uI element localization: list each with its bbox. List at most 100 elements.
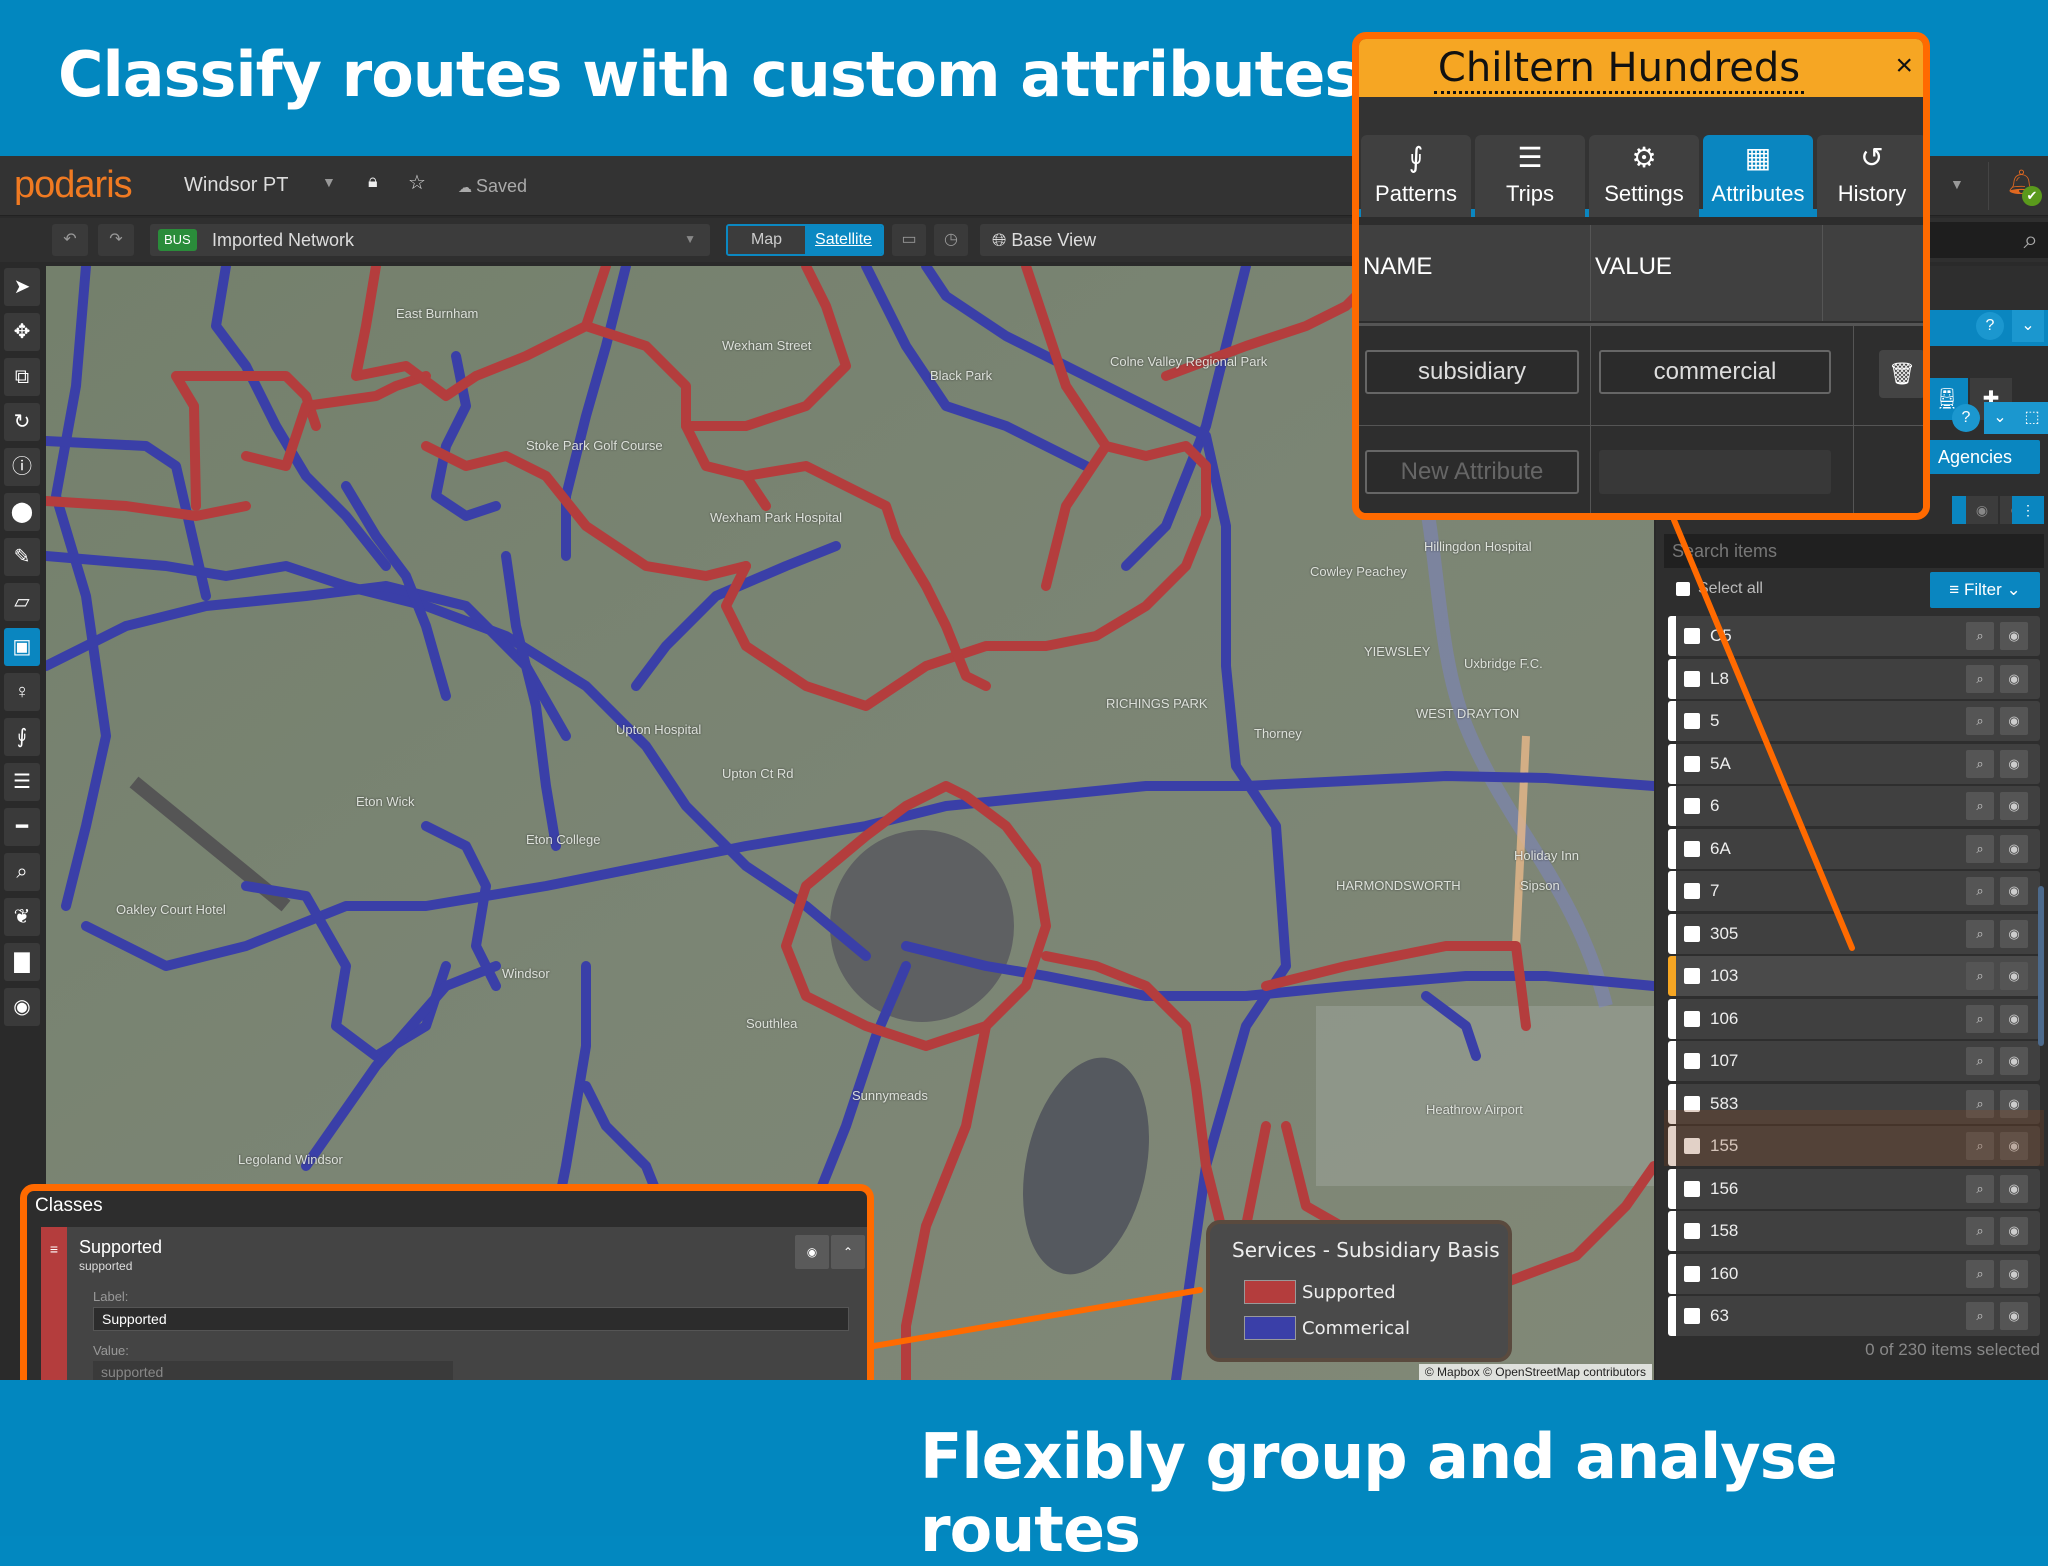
zoom-to-route-icon[interactable]: ⌕ [1966, 664, 1994, 693]
visibility-eye-icon[interactable]: ◉ [2000, 749, 2028, 778]
tab-patterns[interactable]: ⨚ Patterns [1361, 135, 1471, 217]
visibility-eye-icon[interactable]: ◉ [2000, 1217, 2028, 1245]
zoom-to-route-icon[interactable]: ⌕ [1966, 877, 1994, 905]
visibility-eye-icon[interactable]: ◉ [2000, 834, 2028, 863]
tool-bus-icon[interactable]: ▣ [4, 628, 40, 666]
attribute-value-input[interactable]: commercial [1599, 350, 1831, 394]
checkbox[interactable] [1684, 1223, 1700, 1239]
zoom-to-route-icon[interactable]: ⌕ [1966, 962, 1994, 990]
chevron-down-icon-2[interactable]: ⌄ [1984, 402, 2016, 434]
clock-icon[interactable]: ◷ [934, 224, 968, 256]
visibility-eye-icon[interactable]: ◉ [2000, 1302, 2028, 1330]
lock-icon[interactable]: 🔒︎ [368, 171, 378, 192]
visibility-eye-icon[interactable]: ◉ [2000, 1004, 2028, 1033]
route-name[interactable]: Chiltern Hundreds [1433, 45, 1805, 94]
podaris-logo[interactable]: podaris [14, 164, 133, 207]
visibility-eye-icon[interactable]: ◉ [2000, 1047, 2028, 1075]
tool-copy-icon[interactable]: ⧉ [4, 358, 40, 396]
zoom-to-route-icon[interactable]: ⌕ [1966, 792, 1994, 820]
route-list-item[interactable]: 63 ⌕ ◉ [1668, 1296, 2040, 1336]
zoom-to-route-icon[interactable]: ⌕ [1966, 1132, 1994, 1160]
checkbox[interactable] [1684, 628, 1700, 644]
tool-pencil-icon[interactable]: ✎ [4, 538, 40, 576]
route-list-item[interactable]: 103 ⌕ ◉ [1668, 956, 2040, 996]
zoom-to-route-icon[interactable]: ⌕ [1966, 1174, 1994, 1203]
route-list-item[interactable]: C5 ⌕ ◉ [1668, 616, 2040, 656]
help-icon-2[interactable]: ? [1952, 404, 1980, 432]
project-name[interactable]: Windsor PT [184, 174, 288, 197]
attribute-name-input[interactable]: subsidiary [1365, 350, 1579, 394]
checkbox[interactable] [1684, 798, 1700, 814]
zoom-to-route-icon[interactable]: ⌕ [1966, 919, 1994, 948]
visibility-eye-icon[interactable]: ◉ [2000, 877, 2028, 905]
monitor-icon[interactable]: ▭ [892, 224, 926, 256]
user-dropdown-icon[interactable]: ▼ [1950, 176, 1964, 192]
visibility-eye-icon[interactable]: ◉ [2000, 1259, 2028, 1288]
popup-title[interactable]: Chiltern Hundreds [1359, 45, 1879, 94]
visibility-eye-icon[interactable]: ◉ [2000, 664, 2028, 693]
select-all-checkbox[interactable]: Select all [1676, 580, 1763, 598]
tool-info-icon[interactable]: ⓘ [4, 448, 40, 486]
zoom-to-route-icon[interactable]: ⌕ [1966, 749, 1994, 778]
zoom-to-route-icon[interactable]: ⌕ [1966, 1217, 1994, 1245]
route-list-item[interactable]: 7 ⌕ ◉ [1668, 871, 2040, 911]
tool-comment-icon[interactable]: ☰ [4, 763, 40, 801]
checkbox[interactable] [1684, 1138, 1700, 1154]
close-icon[interactable]: × [1895, 49, 1913, 83]
search-icon[interactable]: ⌕ [2023, 224, 2038, 256]
checkbox[interactable] [1684, 1095, 1700, 1112]
checkbox[interactable] [1676, 581, 1690, 596]
route-list-item[interactable]: 5A ⌕ ◉ [1668, 743, 2040, 784]
checkbox[interactable] [1684, 925, 1700, 942]
visibility-eye-icon[interactable]: ◉ [2000, 622, 2028, 650]
checkbox[interactable] [1684, 713, 1700, 729]
zoom-to-route-icon[interactable]: ⌕ [1966, 1004, 1994, 1033]
route-list-item[interactable]: 156 ⌕ ◉ [1668, 1168, 2040, 1209]
map-attribution[interactable]: © Mapbox © OpenStreetMap contributors [1418, 1364, 1652, 1380]
network-select[interactable]: BUS Imported Network ▼ [150, 224, 710, 256]
visibility-eye-icon[interactable]: ◉ [2000, 1174, 2028, 1203]
tab-trips[interactable]: ☰ Trips [1475, 135, 1585, 217]
route-list-item[interactable]: 106 ⌕ ◉ [1668, 998, 2040, 1039]
visibility-eye-icon[interactable]: ◉ [2000, 707, 2028, 735]
visibility-eye-icon[interactable]: ◉ [2000, 792, 2028, 820]
route-list-item[interactable]: 160 ⌕ ◉ [1668, 1253, 2040, 1294]
tool-ruler-icon[interactable]: ━ [4, 808, 40, 846]
zoom-to-route-icon[interactable]: ⌕ [1966, 622, 1994, 650]
tool-reader-icon[interactable]: ❦ [4, 898, 40, 936]
visibility-toggle-icon[interactable]: ◉ [795, 1235, 829, 1269]
zoom-to-route-icon[interactable]: ⌕ [1966, 707, 1994, 735]
zoom-to-route-icon[interactable]: ⌕ [1966, 1259, 1994, 1288]
more-options-icon[interactable]: ⋮ [2012, 496, 2044, 524]
tool-pedestrian-icon[interactable]: ♀ [4, 673, 40, 711]
tool-camera-icon[interactable]: ◉ [4, 988, 40, 1026]
tool-select-icon[interactable]: ➤ [4, 268, 40, 306]
class-label-input[interactable]: Supported [93, 1307, 849, 1331]
chevron-down-icon[interactable]: ⌄ [2012, 310, 2044, 342]
route-list-item[interactable]: 305 ⌕ ◉ [1668, 913, 2040, 954]
undo-button[interactable]: ↶ [52, 224, 88, 256]
route-list-item[interactable]: 5 ⌕ ◉ [1668, 701, 2040, 741]
zoom-to-route-icon[interactable]: ⌕ [1966, 1047, 1994, 1075]
list-scrollbar[interactable] [2038, 886, 2044, 1046]
route-list-item[interactable]: 107 ⌕ ◉ [1668, 1041, 2040, 1081]
redo-button[interactable]: ↷ [98, 224, 134, 256]
star-icon[interactable]: ☆ [408, 170, 426, 195]
checkbox[interactable] [1684, 1010, 1700, 1027]
checkbox[interactable] [1684, 883, 1700, 899]
checkbox[interactable] [1684, 670, 1700, 687]
tool-move-icon[interactable]: ✥ [4, 313, 40, 351]
tab-settings[interactable]: ⚙ Settings [1589, 135, 1699, 217]
help-icon[interactable]: ? [1976, 312, 2004, 340]
route-list-item[interactable]: L8 ⌕ ◉ [1668, 658, 2040, 699]
filter-button[interactable]: ≡ Filter ⌄ [1930, 572, 2040, 608]
checkbox[interactable] [1684, 1308, 1700, 1324]
visibility-eye-icon[interactable]: ◉ [2000, 1132, 2028, 1160]
visibility-eye-icon[interactable]: ◉ [2000, 1089, 2028, 1118]
tool-rotate-icon[interactable]: ↻ [4, 403, 40, 441]
visibility-eye-icon[interactable]: ◉ [2000, 962, 2028, 990]
route-list-item[interactable]: 6A ⌕ ◉ [1668, 828, 2040, 869]
route-list-item[interactable]: 155 ⌕ ◉ [1668, 1126, 2040, 1166]
zoom-to-route-icon[interactable]: ⌕ [1966, 834, 1994, 863]
tab-attributes[interactable]: ▦ Attributes [1703, 135, 1813, 217]
